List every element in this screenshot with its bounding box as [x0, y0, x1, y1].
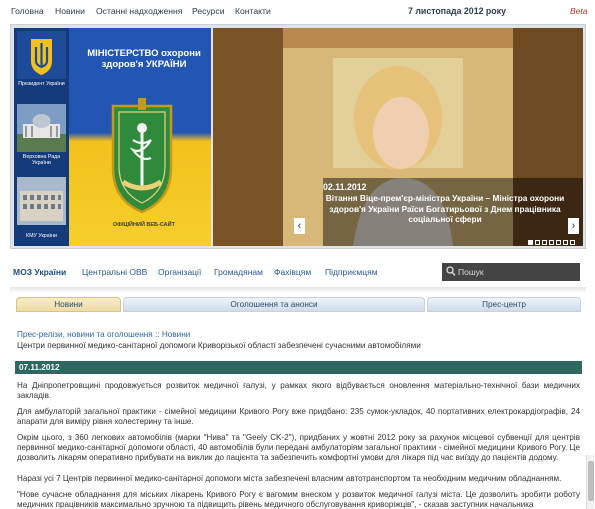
- article-paragraph: "Нове сучасне обладнання для міських лік…: [17, 490, 580, 509]
- ministry-title: МІНІСТЕРСТВО охорони здоров'я УКРАЇНИ: [87, 48, 201, 70]
- slide-caption[interactable]: 02.11.2012 Вітання Віце-прем'єр-міністра…: [323, 182, 567, 244]
- parliament-building-icon: [17, 104, 66, 152]
- nav-news[interactable]: Новини: [55, 6, 85, 16]
- official-site-label: ОФІЦІЙНИЙ ВЕБ-САЙТ: [113, 222, 175, 228]
- government-links: Президент України Верховна Рада України: [14, 28, 69, 246]
- tab-press-center[interactable]: Прес-центр: [427, 297, 581, 312]
- secnav-central-ovv[interactable]: Центральні ОВВ: [82, 267, 147, 277]
- secnav-moz[interactable]: МОЗ України: [13, 267, 66, 277]
- article-date: 07.11.2012: [19, 363, 60, 372]
- news-slider: 02.11.2012 Вітання Віце-прем'єр-міністра…: [213, 28, 583, 246]
- secnav-specialists[interactable]: Фахівцям: [274, 267, 311, 277]
- slide-pagination: [528, 238, 577, 246]
- article-paragraph: Наразі усі 7 Центрів первинної медико-са…: [17, 474, 562, 483]
- content-divider: [10, 287, 586, 293]
- nav-contacts[interactable]: Контакти: [235, 6, 271, 16]
- slide-dot[interactable]: [535, 240, 540, 245]
- tab-announcements[interactable]: Оголошення та анонси: [123, 297, 425, 312]
- secnav-organizations[interactable]: Організації: [158, 267, 201, 277]
- search-input[interactable]: Пошук: [442, 263, 580, 281]
- cabinet-link[interactable]: КМУ України: [14, 174, 69, 244]
- current-date: 7 листопада 2012 року: [408, 6, 506, 16]
- article-paragraph: Окрім цього, з 360 легкових автомобілів …: [17, 433, 580, 462]
- slide-prev-button[interactable]: ‹: [294, 218, 305, 234]
- nav-resources[interactable]: Ресурси: [192, 6, 225, 16]
- parliament-label: Верховна Рада України: [22, 154, 61, 167]
- cabinet-label: КМУ України: [25, 233, 58, 239]
- breadcrumb-separator: ::: [155, 330, 160, 339]
- slide-dot[interactable]: [542, 240, 547, 245]
- ministry-emblem-icon: [111, 98, 173, 214]
- beta-badge: Beta: [570, 6, 588, 16]
- slide-next-button[interactable]: ›: [568, 218, 579, 234]
- page-scrollbar[interactable]: [586, 455, 594, 509]
- secnav-entrepreneurs[interactable]: Підприємцям: [325, 267, 378, 277]
- slide-headline[interactable]: Вітання Віце-прем'єр-міністра України – …: [323, 193, 567, 225]
- breadcrumb-current[interactable]: Новини: [162, 330, 190, 339]
- header-banner: Президент України Верховна Рада України: [10, 24, 586, 249]
- ministry-logo-block: МІНІСТЕРСТВО охорони здоров'я УКРАЇНИ ОФ…: [69, 28, 211, 246]
- cabinet-building-icon: [17, 177, 66, 225]
- slide-date: 02.11.2012: [323, 182, 367, 192]
- article-paragraph: Для амбулаторій загальної практики - сім…: [17, 407, 580, 426]
- search-placeholder: Пошук: [458, 267, 484, 277]
- slide-dot[interactable]: [549, 240, 554, 245]
- article-date-bar: 07.11.2012: [15, 361, 582, 374]
- president-link[interactable]: Президент України: [14, 28, 69, 98]
- president-label: Президент України: [18, 81, 65, 87]
- scrollbar-thumb[interactable]: [588, 461, 594, 501]
- slide-dot[interactable]: [563, 240, 568, 245]
- article-paragraph: На Дніпропетровщині продовжується розвит…: [17, 381, 580, 400]
- slide-dot[interactable]: [528, 240, 533, 245]
- search-icon: [446, 266, 456, 276]
- secnav-citizens[interactable]: Громадянам: [214, 267, 263, 277]
- tab-news[interactable]: Новини: [16, 297, 121, 312]
- article-title: Центри первинної медико-санітарної допом…: [17, 341, 421, 350]
- breadcrumb: Прес-релізи, новини та оголошення :: Нов…: [17, 330, 190, 339]
- nav-home[interactable]: Головна: [11, 6, 44, 16]
- trident-icon: [17, 31, 66, 79]
- nav-recent[interactable]: Останні надходження: [96, 6, 182, 16]
- parliament-link[interactable]: Верховна Рада України: [14, 101, 69, 171]
- slide-dot[interactable]: [556, 240, 561, 245]
- slide-dot[interactable]: [570, 240, 575, 245]
- breadcrumb-parent[interactable]: Прес-релізи, новини та оголошення: [17, 330, 153, 339]
- top-navigation: Головна Новини Останні надходження Ресур…: [0, 0, 595, 22]
